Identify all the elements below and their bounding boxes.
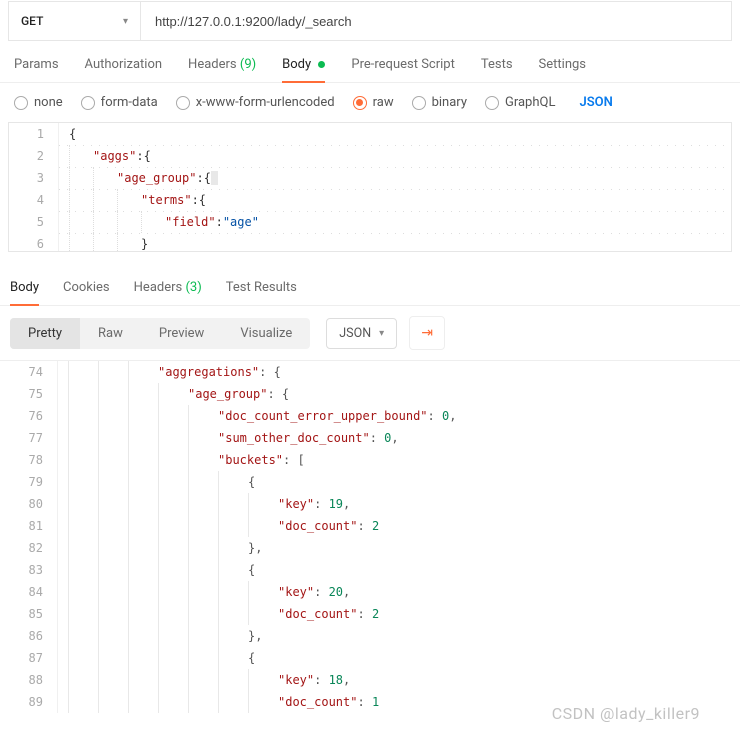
view-mode-segmented: Pretty Raw Preview Visualize <box>10 318 310 349</box>
tab-headers-label: Headers <box>188 57 237 72</box>
body-type-selector: none form-data x-www-form-urlencoded raw… <box>0 83 740 122</box>
radio-icon <box>81 96 95 110</box>
resp-tab-body[interactable]: Body <box>10 280 39 305</box>
body-active-dot-icon <box>318 61 325 68</box>
response-tabs: Body Cookies Headers (3) Test Results <box>0 266 740 306</box>
http-method-value: GET <box>21 14 43 28</box>
view-visualize[interactable]: Visualize <box>222 318 310 349</box>
request-tabs: Params Authorization Headers (9) Body Pr… <box>0 41 740 83</box>
chevron-down-icon: ▾ <box>123 16 128 27</box>
tab-tests[interactable]: Tests <box>481 57 513 82</box>
response-body-viewer[interactable]: 74"aggregations": {75"age_group": {76"do… <box>0 360 740 713</box>
view-pretty[interactable]: Pretty <box>10 318 80 349</box>
radio-icon <box>485 96 499 110</box>
tab-body-label: Body <box>282 57 311 72</box>
response-language-select[interactable]: JSON ▾ <box>326 318 397 349</box>
resp-headers-count: (3) <box>185 280 201 295</box>
radio-none[interactable]: none <box>14 95 63 110</box>
cursor-position <box>211 171 218 185</box>
radio-raw[interactable]: raw <box>353 95 394 110</box>
tab-authorization[interactable]: Authorization <box>85 57 163 82</box>
tab-headers[interactable]: Headers (9) <box>188 57 256 82</box>
tab-body[interactable]: Body <box>282 57 325 82</box>
view-preview[interactable]: Preview <box>141 318 222 349</box>
request-body-editor[interactable]: 1{ 2"aggs":{ 3"age_group":{ 4"terms":{ 5… <box>8 122 732 252</box>
radio-icon <box>353 96 367 110</box>
radio-icon <box>14 96 28 110</box>
response-view-toolbar: Pretty Raw Preview Visualize JSON ▾ ⇥ <box>0 306 740 360</box>
resp-tab-headers[interactable]: Headers (3) <box>134 280 202 305</box>
radio-graphql[interactable]: GraphQL <box>485 95 555 110</box>
radio-icon <box>412 96 426 110</box>
request-bar: GET ▾ <box>8 1 732 41</box>
resp-tab-testresults[interactable]: Test Results <box>226 280 297 305</box>
url-input[interactable] <box>141 2 731 40</box>
chevron-down-icon: ▾ <box>379 328 384 339</box>
wrap-lines-button[interactable]: ⇥ <box>409 316 445 350</box>
radio-icon <box>176 96 190 110</box>
radio-xwww[interactable]: x-www-form-urlencoded <box>176 95 335 110</box>
headers-count: (9) <box>240 57 256 72</box>
tab-params[interactable]: Params <box>14 57 59 82</box>
view-raw[interactable]: Raw <box>80 318 141 349</box>
body-language-select[interactable]: JSON <box>579 95 612 110</box>
radio-form-data[interactable]: form-data <box>81 95 158 110</box>
tab-settings[interactable]: Settings <box>539 57 586 82</box>
radio-binary[interactable]: binary <box>412 95 467 110</box>
tab-prerequest[interactable]: Pre-request Script <box>351 57 454 82</box>
http-method-select[interactable]: GET ▾ <box>9 2 141 40</box>
resp-tab-cookies[interactable]: Cookies <box>63 280 110 305</box>
wrap-icon: ⇥ <box>421 325 433 341</box>
